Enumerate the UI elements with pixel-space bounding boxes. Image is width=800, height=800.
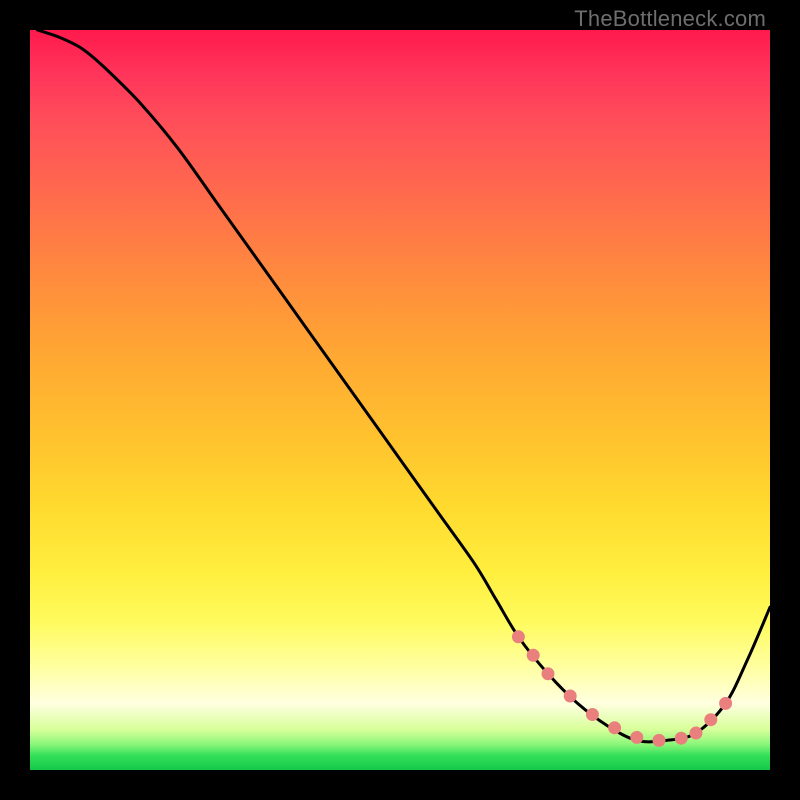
highlight-dot (719, 697, 732, 710)
chart-frame (30, 30, 770, 770)
highlight-dot (704, 713, 717, 726)
highlight-dot (527, 649, 540, 662)
highlight-dot (512, 630, 525, 643)
highlight-dot (564, 690, 577, 703)
attribution-text: TheBottleneck.com (574, 6, 766, 32)
highlight-dot (675, 732, 688, 745)
highlight-dot (608, 721, 621, 734)
bottleneck-curve-svg (30, 30, 770, 770)
highlight-dot (586, 708, 599, 721)
highlight-dot (630, 731, 643, 744)
bottleneck-curve-path (37, 30, 770, 742)
highlight-dot (690, 727, 703, 740)
highlight-dots (512, 630, 732, 747)
highlight-dot (542, 667, 555, 680)
highlight-dot (653, 734, 666, 747)
